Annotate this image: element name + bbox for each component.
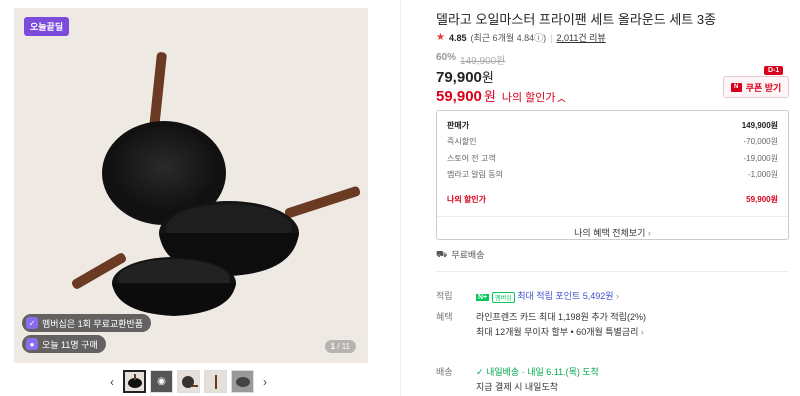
next-day-tag: 내일배송 [486,367,520,377]
discount-line: 60% 149,900원 [436,52,505,67]
free-shipping: ⛟ 무료배송 [436,248,484,261]
pan-thumb-icon [235,376,250,387]
thumbnail-3[interactable] [177,370,200,393]
thumbnail-4[interactable] [204,370,227,393]
chevron-right-icon: › [616,291,620,301]
my-price-unit: 원 [483,89,496,104]
chevron-up-icon: ︿ [557,94,566,103]
points-text: 최대 적립 포인트 5,492원 [517,291,614,301]
naver-pay-badge: N+ 멤버십 [476,292,515,303]
my-price-row-value: 59,900원 [746,194,778,204]
coupon-button[interactable]: N 쿠폰 받기 [723,76,789,98]
price-row-value: -1,000원 [747,170,778,180]
membership-icon: ✓ [26,317,38,329]
column-divider [400,0,401,396]
rating-separator: | [550,32,553,43]
coupon-dday-badge: D-1 [764,66,784,75]
price-row: 멤라고 알림 동의 -1,000원 [447,167,778,184]
review-count-link[interactable]: 2,011건 리뷰 [556,31,605,44]
chevron-right-icon: › [640,327,644,337]
purchase-count-pill: ● 오늘 11명 구매 [22,335,106,353]
all-benefits-label: 나의 혜택 전체보기 [574,227,646,238]
membership-mini-icon: 멤버십 [492,292,515,303]
price-row: 판매가 149,900원 [447,117,778,134]
image-counter-total: 11 [341,342,350,351]
naver-n-icon: N+ [476,294,490,301]
thumbnail-strip: ‹ ◉ › [105,370,272,393]
deal-badge: 오늘끝딜 [24,17,70,36]
pan-thumb-icon [181,375,198,388]
price-row-label: 즉시할인 [447,137,477,147]
thumbnail-5[interactable] [231,370,254,393]
sale-price-value: 79,900 [436,69,482,86]
price-breakdown-box: 판매가 149,900원 즉시할인 -70,000원 스토어 전 고객 -19,… [436,110,789,240]
delivery-sub: 지금 결제 시 내일도착 [476,382,559,392]
delivery-date: · 내일 6.11.(목) 도착 [521,367,599,377]
thumbnail-2[interactable]: ◉ [150,370,173,393]
sale-price: 79,900원 [436,67,494,86]
star-icon: ★ [436,32,445,43]
chevron-right-icon: › [647,227,651,238]
product-main-image[interactable]: 오늘끝딜 ✓ 멤버십은 1회 무료교환반품 ● 오늘 11명 구매 1 / 11 [14,8,368,363]
price-row: 즉시할인 -70,000원 [447,134,778,151]
installment-text: 최대 12개월 무이자 할부 • 60개월 특별금리 [476,327,639,337]
rating-recent: (최근 6개월 4.84ⓘ) [470,33,547,43]
rating-row: ★ 4.85 (최근 6개월 4.84ⓘ) | 2,011건 리뷰 [436,31,606,44]
rating-score: 4.85 [448,32,467,43]
sale-price-unit: 원 [481,70,494,85]
my-discount-price[interactable]: 59,900 원 나의 할인가 ︿ [436,86,566,105]
price-row: 스토어 전 고객 -19,000원 [447,150,778,167]
card-benefit-line: 라인프렌즈 카드 최대 1,198원 추가 적립(2%) [476,312,646,322]
coupon-icon: N [730,82,742,92]
frying-pan-set-image [14,8,368,363]
price-row-label: 판매가 [447,120,470,130]
discount-percent: 60% [436,52,457,63]
original-price: 149,900원 [460,56,506,67]
price-row-label: 스토어 전 고객 [447,153,496,163]
benefit-label: 혜택 [436,312,453,322]
truck-icon: ⛟ [436,248,448,259]
my-price-value: 59,900 [436,88,482,105]
thumbnail-1[interactable] [123,370,146,393]
installment-line[interactable]: 최대 12개월 무이자 할부 • 60개월 특별금리 › [476,325,644,338]
membership-pill-text: 멤버십은 1회 무료교환반품 [42,318,144,329]
price-row-label: 멤라고 알림 동의 [447,170,503,180]
free-shipping-label: 무료배송 [451,250,485,260]
delivery-row: ✓ 내일배송 · 내일 6.11.(목) 도착 [476,365,599,378]
image-counter: 1 / 11 [324,340,356,353]
section-divider [436,271,789,272]
coupon-label: 쿠폰 받기 [745,82,782,93]
all-benefits-link[interactable]: 나의 혜택 전체보기 › [447,226,778,239]
price-row-value: -70,000원 [743,137,779,147]
image-counter-current: 1 [330,342,336,351]
next-day-icon: ✓ [476,367,484,377]
eye-icon: ◉ [157,376,166,387]
chevron-right-icon[interactable]: › [258,375,272,389]
points-label: 적립 [436,291,453,301]
pan-thumb-icon [127,373,142,388]
divider [437,215,788,217]
my-price-row: 나의 할인가 59,900원 [447,191,778,208]
my-price-row-label: 나의 할인가 [447,194,487,204]
purchase-count-text: 오늘 11명 구매 [42,339,98,350]
chevron-left-icon[interactable]: ‹ [105,375,119,389]
price-row-value: 149,900원 [741,120,778,130]
membership-pill: ✓ 멤버십은 1회 무료교환반품 [22,314,152,332]
product-title: 델라고 오일마스터 프라이팬 세트 올라운드 세트 3종 [436,12,717,27]
price-row-value: -19,000원 [743,153,779,163]
delivery-label: 배송 [436,367,453,377]
pan-thumb-icon [214,374,217,389]
bag-icon: ● [26,338,38,350]
points-row[interactable]: N+ 멤버십 최대 적립 포인트 5,492원 › [476,289,619,303]
my-price-label: 나의 할인가 [501,92,556,104]
